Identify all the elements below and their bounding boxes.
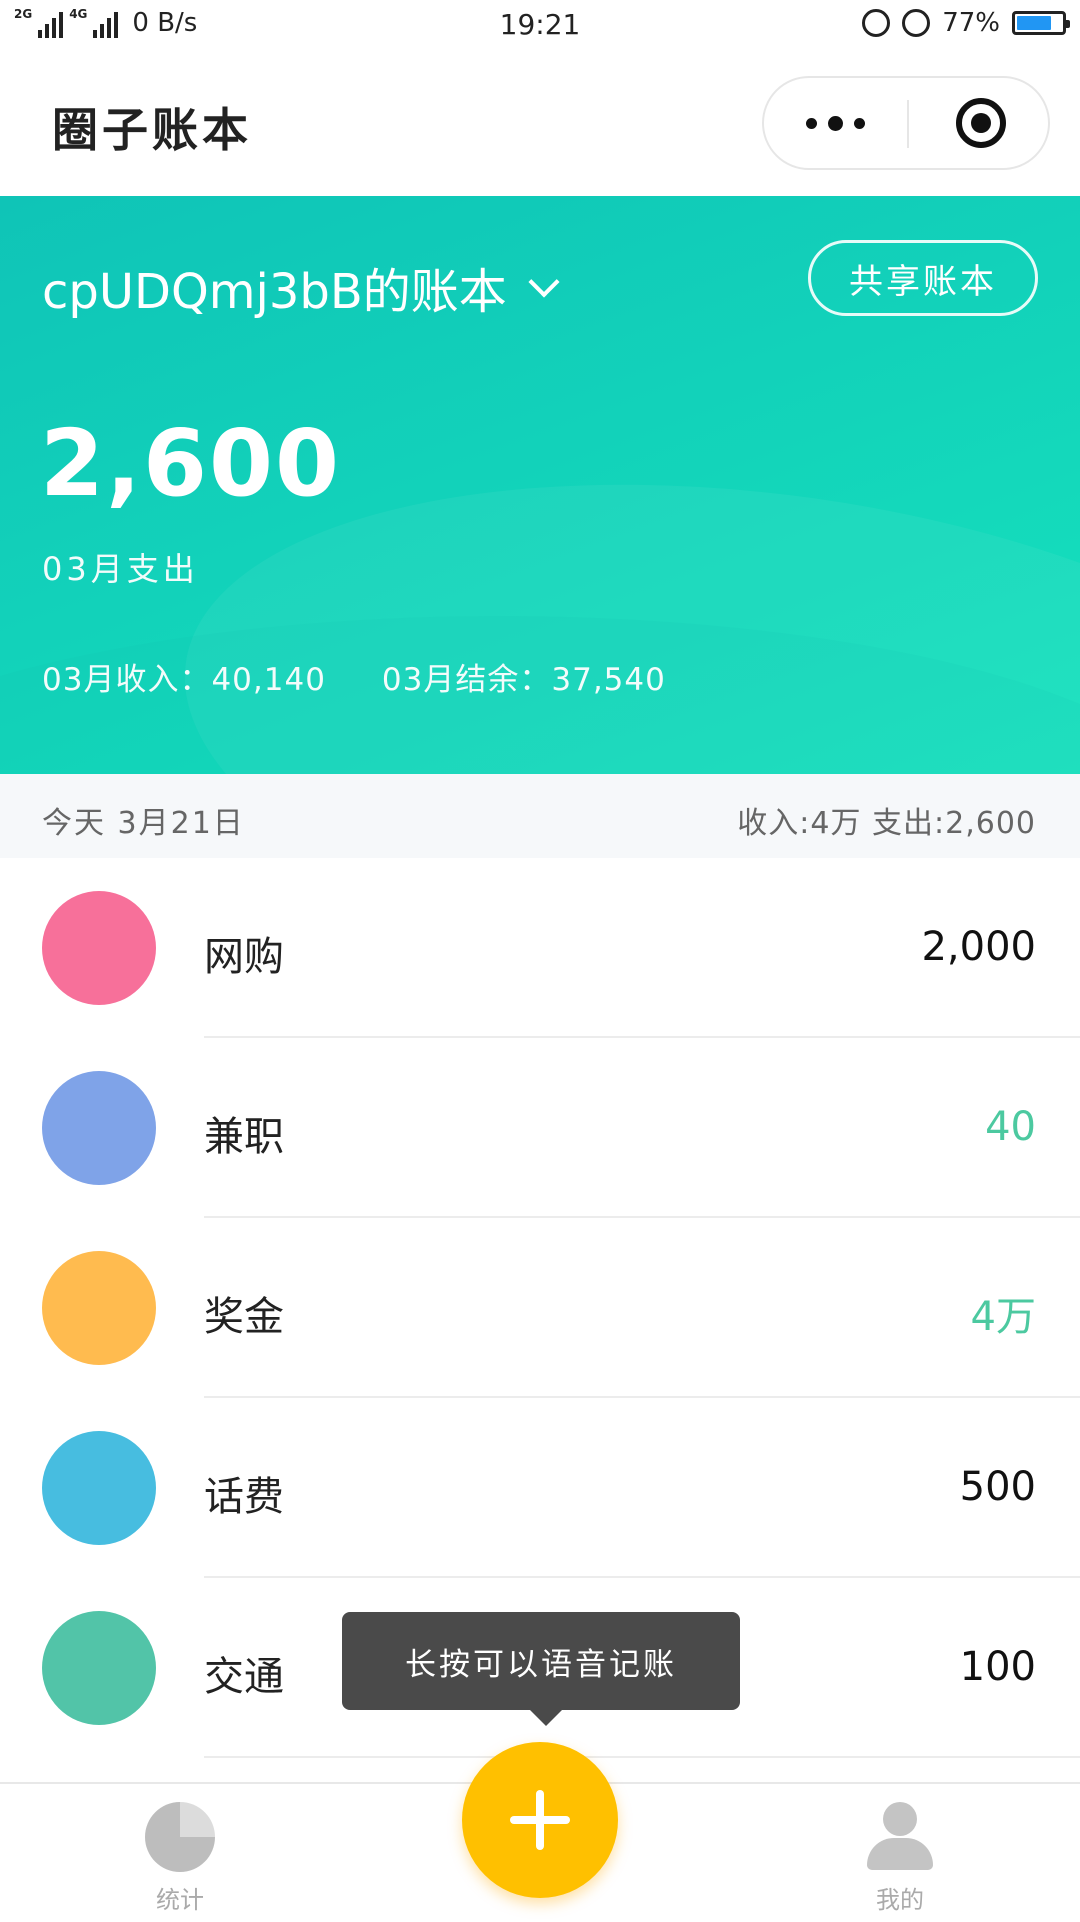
tab-me-label: 我的 xyxy=(876,1886,924,1914)
record-category: 奖金 xyxy=(204,1294,284,1340)
category-icon xyxy=(42,891,156,1005)
list-item[interactable]: 兼职 40 xyxy=(0,1038,1080,1218)
tab-stats-label: 统计 xyxy=(156,1886,204,1914)
status-right: 77% xyxy=(862,8,1070,38)
date-label: 今天 3月21日 xyxy=(42,806,245,841)
miniprogram-capsule xyxy=(762,76,1050,170)
more-dots-icon[interactable] xyxy=(764,78,907,168)
tab-stats[interactable]: 统计 xyxy=(120,1802,240,1915)
app-title: 圈子账本 xyxy=(52,103,252,157)
record-amount: 500 xyxy=(959,1464,1036,1510)
monthly-expense-label: 03月支出 xyxy=(42,550,199,588)
monthly-balance: 03月结余：37,540 xyxy=(381,662,666,698)
record-category: 网购 xyxy=(204,934,284,980)
list-item[interactable]: 奖金 4万 xyxy=(0,1218,1080,1398)
date-header: 今天 3月21日 收入:4万 支出:2,600 xyxy=(0,774,1080,858)
voice-hint-tooltip: 长按可以语音记账 xyxy=(342,1612,740,1726)
category-icon xyxy=(42,1251,156,1365)
record-amount: 4万 xyxy=(970,1294,1036,1340)
divider xyxy=(204,1756,1080,1758)
record-category: 交通 xyxy=(204,1654,284,1700)
chevron-down-icon xyxy=(528,266,560,298)
user-icon xyxy=(865,1802,935,1872)
list-item[interactable]: 话费 500 xyxy=(0,1398,1080,1578)
monthly-expense-amount: 2,600 xyxy=(40,410,342,517)
list-item[interactable]: 网购 2,000 xyxy=(0,858,1080,1038)
category-icon xyxy=(42,1611,156,1725)
book-selector[interactable]: cpUDQmj3bB的账本 xyxy=(42,252,560,322)
alarm-icon xyxy=(902,9,931,37)
record-category: 兼职 xyxy=(204,1114,284,1160)
title-bar: 圈子账本 xyxy=(0,52,1080,196)
rotation-lock-icon xyxy=(862,9,891,37)
status-bar: 2G 4G 0 B/s 19:21 77% xyxy=(0,0,1080,52)
record-category: 话费 xyxy=(204,1474,284,1520)
target-circle-icon[interactable] xyxy=(956,98,1006,148)
share-book-button[interactable]: 共享账本 xyxy=(808,240,1038,316)
category-icon xyxy=(42,1071,156,1185)
category-icon xyxy=(42,1431,156,1545)
monthly-income: 03月收入：40,140 xyxy=(42,662,326,698)
record-amount: 40 xyxy=(985,1104,1036,1150)
record-amount: 2,000 xyxy=(921,924,1036,970)
monthly-summary: 03月收入：40,140 03月结余：37,540 xyxy=(42,654,666,699)
day-summary: 收入:4万 支出:2,600 xyxy=(737,806,1036,841)
plus-icon-stroke xyxy=(536,1790,544,1850)
pie-chart-icon xyxy=(145,1802,215,1872)
record-amount: 100 xyxy=(959,1644,1036,1690)
capsule-divider xyxy=(907,100,909,148)
battery-percent: 77% xyxy=(942,8,1000,38)
summary-hero: cpUDQmj3bB的账本 共享账本 2,600 03月支出 03月收入：40,… xyxy=(0,196,1080,774)
tab-me[interactable]: 我的 xyxy=(840,1802,960,1915)
book-name: cpUDQmj3bB的账本 xyxy=(42,264,507,320)
add-record-button[interactable] xyxy=(462,1742,618,1898)
battery-icon xyxy=(1012,11,1070,35)
